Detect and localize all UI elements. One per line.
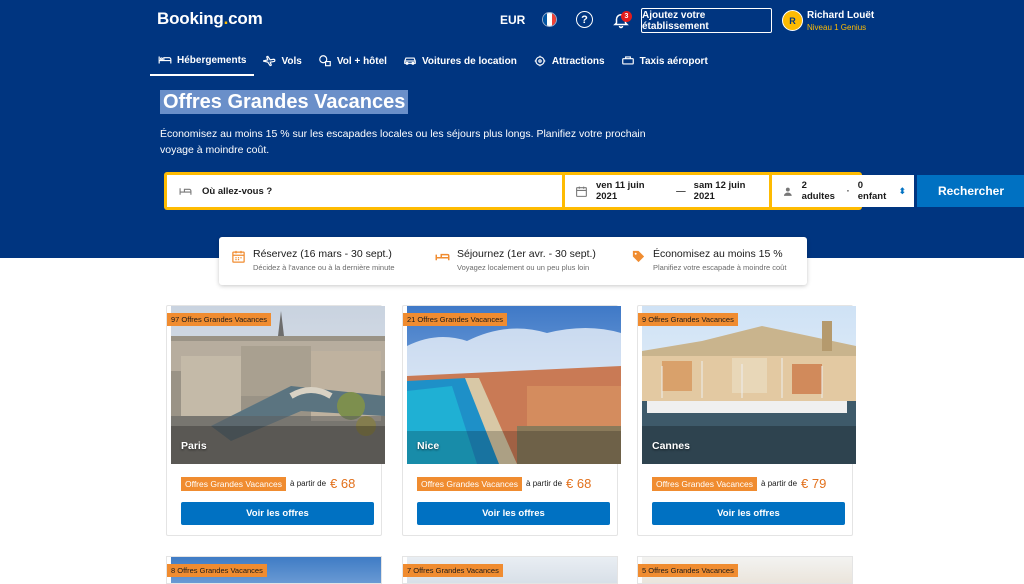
- hero-header: Booking.com EUR ? 3 Ajoutez votre établi…: [0, 0, 1024, 258]
- nav-tab-stays[interactable]: Hébergements: [150, 46, 255, 76]
- car-icon: [404, 57, 416, 65]
- offer-count-badge: 5 Offres Grandes Vacances: [638, 564, 738, 577]
- help-icon[interactable]: ?: [576, 11, 593, 28]
- offer-count-badge: 21 Offres Grandes Vacances: [403, 313, 508, 326]
- info-stay: Séjournez (1er avr. - 30 sept.) Voyagez …: [435, 248, 596, 272]
- currency-selector[interactable]: EUR: [500, 13, 525, 27]
- price-from-label: à partir de: [761, 479, 798, 488]
- info-desc: Voyagez localement ou un peu plus loin: [457, 263, 590, 272]
- checkin-date: ven 11 juin 2021: [595, 180, 645, 202]
- list-property-button[interactable]: Ajoutez votre établissement: [641, 8, 772, 33]
- plane-icon: [263, 55, 276, 67]
- destination-card-paris[interactable]: 97 Offres Grandes Vacances Paris Offres …: [166, 305, 385, 536]
- price-row: Offres Grandes Vacances à partir de € 79: [652, 476, 826, 491]
- destination-name: Nice: [417, 440, 440, 452]
- destination-name: Paris: [181, 440, 207, 452]
- nav-tab-car-rental[interactable]: Voitures de location: [395, 46, 525, 76]
- date-picker[interactable]: ven 11 juin 2021 — sam 12 juin 2021: [565, 175, 769, 207]
- offer-count-badge: 7 Offres Grandes Vacances: [403, 564, 503, 577]
- price-row: Offres Grandes Vacances à partir de € 68: [181, 476, 355, 491]
- nav-tab-flights[interactable]: Vols: [254, 46, 309, 76]
- destination-placeholder: Où allez-vous ?: [202, 185, 273, 197]
- price-amount: € 79: [801, 476, 827, 491]
- destination-card[interactable]: 5 Offres Grandes Vacances: [637, 556, 853, 584]
- price-amount: € 68: [330, 476, 356, 491]
- children-count: 0 enfant: [857, 180, 887, 202]
- destination-card-cannes[interactable]: 9 Offres Grandes Vacances Cannes Offres …: [637, 305, 856, 536]
- checkout-date: sam 12 juin 2021: [693, 180, 746, 202]
- booking-logo[interactable]: Booking.com: [157, 9, 263, 29]
- nav-tab-flight-hotel[interactable]: Vol + hôtel: [310, 46, 395, 76]
- deal-tag: Offres Grandes Vacances: [181, 476, 287, 491]
- taxi-icon: [621, 56, 634, 65]
- calendar-icon: [576, 186, 587, 197]
- deal-tag: Offres Grandes Vacances: [652, 476, 758, 491]
- nav-tab-airport-taxis[interactable]: Taxis aéroport: [613, 46, 716, 76]
- info-save: Économisez au moins 15 % Planifiez votre…: [631, 248, 786, 272]
- date-separator: —: [676, 185, 686, 197]
- info-desc: Planifiez votre escapade à moindre coût: [653, 263, 787, 272]
- info-title: Séjournez (1er avr. - 30 sept.): [457, 248, 596, 260]
- main-nav: Hébergements Vols Vol + hôtel Voitures d…: [150, 46, 716, 78]
- view-offers-button[interactable]: Voir les offres: [417, 502, 610, 525]
- search-button[interactable]: Rechercher: [917, 175, 1024, 207]
- search-bar: Où allez-vous ? ven 11 juin 2021 — sam 1…: [164, 172, 1024, 210]
- bed-icon: [435, 253, 450, 261]
- offer-count-badge: 97 Offres Grandes Vacances: [167, 313, 272, 326]
- info-desc: Décidez à l'avance ou à la dernière minu…: [253, 263, 395, 272]
- price-tag-icon: [632, 250, 645, 263]
- notification-badge: 3: [621, 11, 632, 22]
- bed-icon: [158, 56, 172, 64]
- destination-card-nice[interactable]: 21 Offres Grandes Vacances Nice Offres G…: [402, 305, 621, 536]
- page-subtitle: Économisez au moins 15 % sur les escapad…: [160, 128, 646, 156]
- user-level: Niveau 1 Genius: [807, 23, 867, 32]
- view-offers-button[interactable]: Voir les offres: [181, 502, 374, 525]
- guests-separator: ·: [846, 185, 850, 197]
- plane-hotel-icon: [319, 55, 331, 67]
- price-row: Offres Grandes Vacances à partir de € 68: [417, 476, 591, 491]
- offer-count-badge: 9 Offres Grandes Vacances: [638, 313, 738, 326]
- destination-name: Cannes: [652, 440, 690, 452]
- price-from-label: à partir de: [526, 479, 563, 488]
- view-offers-button[interactable]: Voir les offres: [652, 502, 845, 525]
- adults-count: 2 adultes: [801, 180, 835, 202]
- offer-count-badge: 8 Offres Grandes Vacances: [167, 564, 267, 577]
- info-title: Réservez (16 mars - 30 sept.): [253, 248, 392, 260]
- deal-tag: Offres Grandes Vacances: [417, 476, 523, 491]
- chevron-updown-icon: ⬍: [898, 185, 906, 196]
- page-title: Offres Grandes Vacances: [160, 90, 409, 114]
- destination-input[interactable]: Où allez-vous ?: [167, 175, 562, 207]
- deal-info-strip: Réservez (16 mars - 30 sept.) Décidez à …: [219, 237, 807, 285]
- price-from-label: à partir de: [290, 479, 327, 488]
- user-name[interactable]: Richard Louët: [807, 10, 874, 21]
- info-title: Économisez au moins 15 %: [653, 248, 783, 260]
- nav-tab-attractions[interactable]: Attractions: [525, 46, 613, 76]
- calendar-icon: [232, 250, 245, 263]
- person-icon: [783, 187, 792, 196]
- price-amount: € 68: [566, 476, 592, 491]
- destination-card[interactable]: 8 Offres Grandes Vacances: [166, 556, 382, 584]
- bed-icon: [179, 187, 192, 195]
- attraction-icon: [534, 55, 546, 67]
- destination-card[interactable]: 7 Offres Grandes Vacances: [402, 556, 618, 584]
- language-flag-icon[interactable]: [542, 12, 557, 27]
- info-book: Réservez (16 mars - 30 sept.) Décidez à …: [231, 248, 395, 272]
- guests-selector[interactable]: 2 adultes · 0 enfant ⬍: [772, 175, 914, 207]
- avatar[interactable]: R: [782, 10, 803, 31]
